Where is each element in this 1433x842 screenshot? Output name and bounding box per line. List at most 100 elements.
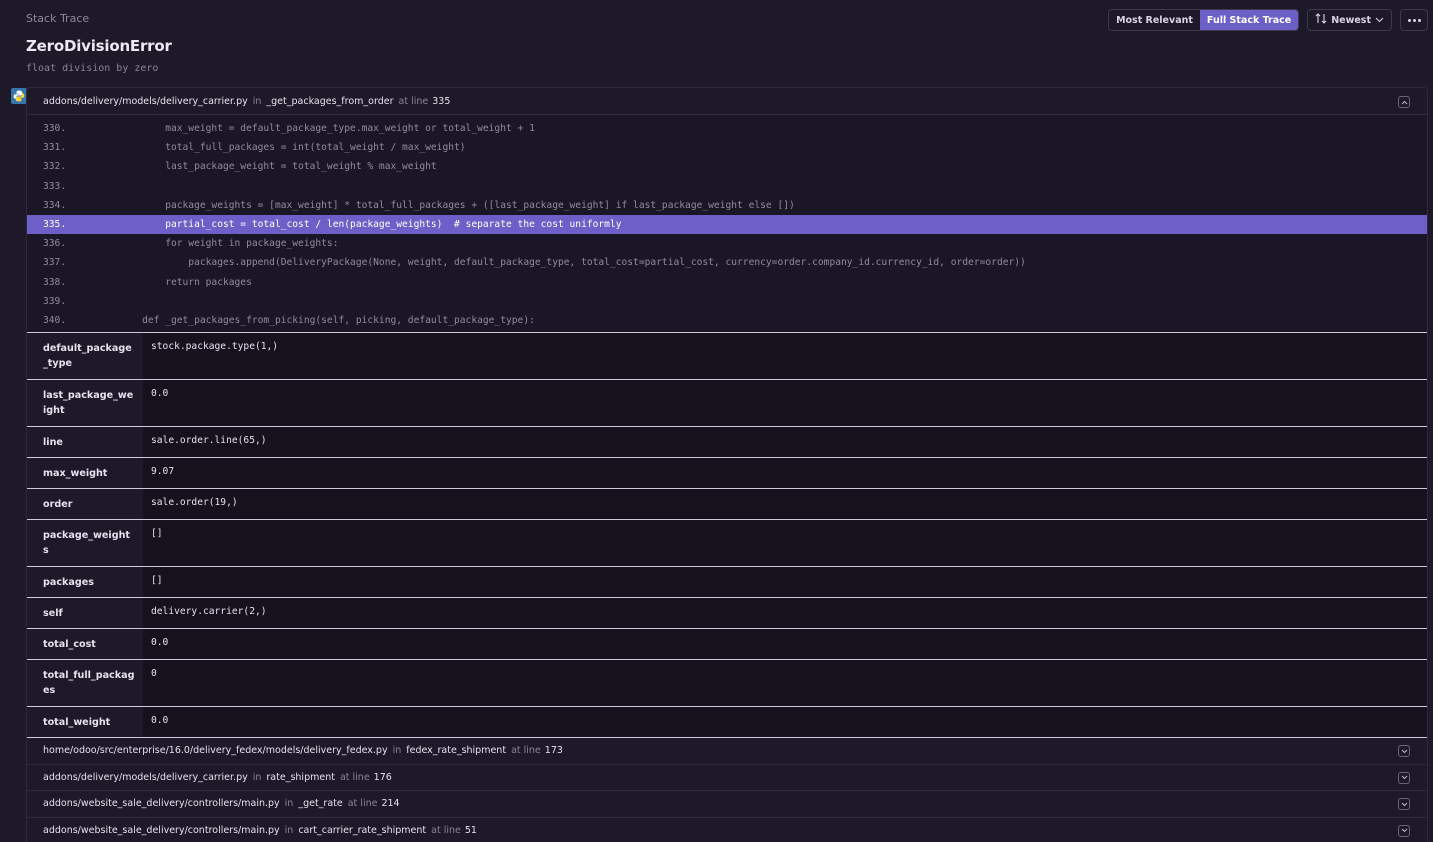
variable-name: default_package_type	[43, 343, 132, 370]
frame-line: 173	[544, 745, 563, 757]
variable-name: line	[43, 437, 63, 449]
variable-name: total_weight	[43, 717, 111, 729]
variable-name: order	[43, 499, 73, 511]
variable-row: self delivery.carrier(2,)	[27, 598, 1427, 630]
frame-in-word: in	[392, 745, 402, 757]
expand-frame-toggle[interactable]	[1398, 798, 1410, 811]
variable-row: max_weight 9.07	[27, 458, 1427, 490]
variable-name: self	[43, 608, 63, 620]
frame-function: _get_packages_from_order	[266, 95, 394, 107]
frame-file: addons/delivery/models/delivery_carrier.…	[43, 771, 248, 783]
variable-name: package_weights	[43, 530, 130, 557]
variable-value[interactable]: 0	[143, 660, 1427, 707]
code-text: total_full_packages = int(total_weight /…	[119, 142, 466, 154]
line-number: 330.	[43, 123, 67, 135]
code-text: package_weights = [max_weight] * total_f…	[119, 199, 795, 211]
code-line: 340. def _get_packages_from_picking(self…	[27, 311, 1427, 330]
frame-function: cart_carrier_rate_shipment	[298, 824, 427, 836]
chevron-down-icon	[1401, 749, 1408, 754]
expand-frame-toggle[interactable]	[1398, 771, 1410, 784]
variable-value[interactable]: []	[143, 520, 1427, 567]
variable-value[interactable]: sale.order(19,)	[143, 489, 1427, 520]
variable-value[interactable]: 0.0	[143, 707, 1427, 738]
frame-file: addons/website_sale_delivery/controllers…	[43, 824, 280, 836]
variable-row: package_weights []	[27, 520, 1427, 568]
line-number: 340.	[43, 314, 67, 326]
line-number: 334.	[43, 199, 67, 211]
variable-value[interactable]: 9.07	[143, 458, 1427, 489]
frame-header-expanded[interactable]: addons/delivery/models/delivery_carrier.…	[27, 88, 1427, 115]
code-text: packages.append(DeliveryPackage(None, we…	[119, 257, 1026, 269]
chevron-down-icon	[1401, 775, 1408, 780]
ellipsis-icon-dot	[1417, 18, 1421, 22]
variable-name: max_weight	[43, 468, 108, 480]
line-number: 336.	[43, 238, 67, 250]
frame-in-word: in	[284, 824, 294, 836]
variable-value[interactable]: 0.0	[143, 380, 1427, 427]
code-line: 337. packages.append(DeliveryPackage(Non…	[27, 253, 1427, 272]
collapse-frame-toggle[interactable]	[1398, 96, 1410, 108]
code-text: max_weight = default_package_type.max_we…	[119, 123, 535, 135]
ellipsis-icon-dot	[1407, 18, 1411, 22]
variable-value[interactable]: delivery.carrier(2,)	[143, 598, 1427, 629]
code-text: for weight in package_weights:	[119, 238, 339, 250]
variable-row: total_full_packages 0	[27, 660, 1427, 708]
code-text: partial_cost = total_cost / len(package_…	[119, 219, 622, 231]
variable-value[interactable]: 0.0	[143, 629, 1427, 660]
stack-trace-controls: Most Relevant Full Stack Trace Newest	[1108, 9, 1428, 31]
line-number: 339.	[43, 295, 67, 307]
code-line: 336. for weight in package_weights:	[27, 234, 1427, 253]
frame-line: 214	[381, 798, 400, 810]
frame-at-line-word: at line	[431, 824, 461, 836]
line-number: 333.	[43, 180, 67, 192]
variable-name: total_full_packages	[43, 670, 135, 697]
code-text: def _get_packages_from_picking(self, pic…	[119, 314, 535, 326]
variable-row: line sale.order.line(65,)	[27, 427, 1427, 459]
frame-function: fedex_rate_shipment	[406, 745, 507, 757]
frame-header-collapsed[interactable]: addons/delivery/models/delivery_carrier.…	[27, 764, 1427, 792]
variable-name: packages	[43, 577, 94, 589]
variable-name: last_package_weight	[43, 390, 134, 417]
frame-file: addons/delivery/models/delivery_carrier.…	[43, 95, 248, 107]
line-number: 337.	[43, 257, 67, 269]
expand-frame-toggle[interactable]	[1398, 745, 1410, 758]
frame-in-word: in	[252, 95, 262, 107]
chevron-up-icon	[1401, 100, 1408, 105]
sort-dropdown[interactable]: Newest	[1307, 9, 1392, 31]
most-relevant-button[interactable]: Most Relevant	[1109, 10, 1200, 30]
stack-frames: addons/delivery/models/delivery_carrier.…	[26, 87, 1428, 842]
expand-frame-toggle[interactable]	[1398, 824, 1410, 837]
line-number: 332.	[43, 161, 67, 173]
code-text: return packages	[119, 276, 252, 288]
frame-in-word: in	[252, 771, 262, 783]
code-line: 338. return packages	[27, 273, 1427, 292]
section-label: Stack Trace	[26, 12, 90, 25]
variable-row: packages []	[27, 567, 1427, 599]
stack-trace-header: Stack Trace ZeroDivisionError float divi…	[26, 12, 172, 74]
sort-label: Newest	[1331, 14, 1371, 26]
frame-line: 51	[464, 824, 477, 836]
frame-header-collapsed[interactable]: addons/website_sale_delivery/controllers…	[27, 817, 1427, 842]
line-number: 331.	[43, 142, 67, 154]
frame-function: rate_shipment	[266, 771, 335, 783]
full-stack-trace-button[interactable]: Full Stack Trace	[1199, 10, 1299, 30]
frame-line: 176	[373, 771, 392, 783]
frame-file: home/odoo/src/enterprise/16.0/delivery_f…	[43, 745, 388, 757]
frame-at-line-word: at line	[398, 95, 429, 107]
more-options-button[interactable]	[1400, 9, 1428, 31]
variable-value[interactable]: []	[143, 567, 1427, 598]
frame-header-collapsed[interactable]: addons/website_sale_delivery/controllers…	[27, 791, 1427, 818]
frame-at-line-word: at line	[347, 798, 378, 810]
chevron-down-icon	[1375, 15, 1384, 26]
code-line: 330. max_weight = default_package_type.m…	[27, 119, 1427, 138]
variable-value[interactable]: stock.package.type(1,)	[143, 333, 1427, 380]
frame-variables: default_package_type stock.package.type(1…	[27, 332, 1427, 739]
variable-name: total_cost	[43, 639, 96, 651]
frame-file: addons/website_sale_delivery/controllers…	[43, 798, 280, 810]
code-line: 339.	[27, 292, 1427, 311]
variable-value[interactable]: sale.order.line(65,)	[143, 427, 1427, 458]
exception-message: float division by zero	[26, 63, 159, 74]
frame-function: _get_rate	[298, 798, 343, 810]
frame-line: 335	[432, 95, 451, 107]
frame-header-collapsed[interactable]: home/odoo/src/enterprise/16.0/delivery_f…	[27, 738, 1427, 765]
